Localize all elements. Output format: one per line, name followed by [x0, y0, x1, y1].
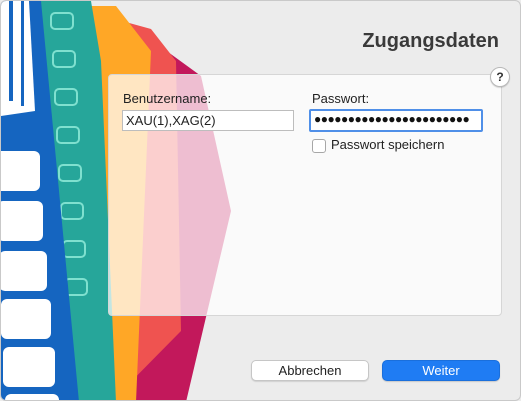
password-label: Passwort: — [312, 91, 370, 106]
credentials-dialog: Zugangsdaten ? Benutzername: XAU(1),XAG(… — [0, 0, 521, 401]
help-icon: ? — [496, 70, 504, 84]
next-button[interactable]: Weiter — [382, 360, 500, 381]
password-field[interactable]: ●●●●●●●●●●●●●●●●●●●●●●● — [309, 109, 483, 132]
username-label: Benutzername: — [123, 91, 212, 106]
help-button[interactable]: ? — [490, 67, 510, 87]
save-password-checkbox[interactable] — [312, 139, 326, 153]
username-field[interactable]: XAU(1),XAG(2) — [122, 110, 294, 131]
save-password-label[interactable]: Passwort speichern — [331, 137, 444, 152]
cancel-button[interactable]: Abbrechen — [251, 360, 369, 381]
dialog-title: Zugangsdaten — [362, 30, 499, 52]
